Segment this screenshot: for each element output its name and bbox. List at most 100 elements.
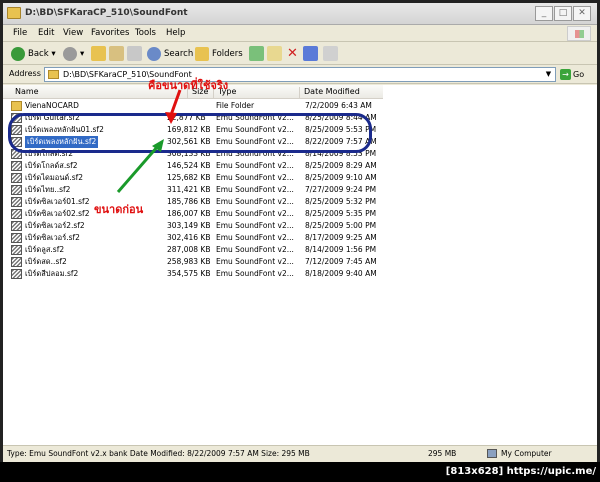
undo-icon[interactable] [303,46,318,61]
copy-to-icon[interactable] [267,46,282,61]
file-name: เบิร์ดซิลเวอร์.sf2 [25,233,80,242]
file-type: Emu SoundFont v2... [216,161,294,170]
delete-icon[interactable]: ✕ [285,46,300,61]
file-name: เบิร์ดซิลเวอร์02.sf2 [25,209,90,218]
table-row[interactable]: เบิร์ดโกลด์ส.sf2 146,524 KB Emu SoundFont … [3,160,383,172]
status-location: My Computer [501,449,552,458]
close-button[interactable]: ✕ [573,6,591,21]
table-row[interactable]: เบิร์ดไดมอนด์.sf2 125,682 KB Emu SoundFont… [3,172,383,184]
maximize-button[interactable]: □ [554,6,572,21]
chevron-down-icon[interactable]: ▼ [542,68,555,81]
file-size: 287,008 KB [167,245,211,254]
watermark-bar: [813x628] https://upic.me/ [0,462,600,482]
file-size: 146,524 KB [167,161,211,170]
folders-button[interactable]: Folders [195,46,243,62]
folders-icon [195,46,209,61]
file-type: Emu SoundFont v2... [216,245,294,254]
file-date: 8/25/2009 5:00 PM [305,221,377,230]
search-button[interactable]: Search [147,46,193,62]
back-arrow-icon [11,46,25,61]
menu-help[interactable]: Help [166,28,185,38]
annotation-actual-size: คือขนาดที่ใช้จริง [148,79,229,92]
file-size: 311,421 KB [167,185,211,194]
table-row[interactable]: เบิร์ดซิลเวอร์.sf2 302,416 KB Emu SoundFon… [3,232,383,244]
soundfont-file-icon [11,233,22,243]
file-name: เบิร์ดโกลด์ส.sf2 [25,161,78,170]
address-input[interactable]: D:\BD\SFKaraCP_510\SoundFont ▼ [44,67,556,82]
file-type: Emu SoundFont v2... [216,257,294,266]
menu-file[interactable]: File [13,28,27,38]
window-title: D:\BD\SFKaraCP_510\SoundFont [25,8,188,18]
folder-share-icon[interactable] [109,46,124,61]
forward-arrow-icon [63,46,77,61]
minimize-button[interactable]: _ [535,6,553,21]
table-row[interactable]: เบิร์ดลูส.sf2 287,008 KB Emu SoundFont v2.… [3,244,383,256]
menu-edit[interactable]: Edit [38,28,54,38]
status-info: Type: Emu SoundFont v2.x bank Date Modif… [7,449,310,458]
file-type: Emu SoundFont v2... [216,185,294,194]
file-date: 8/25/2009 5:35 PM [305,209,377,218]
file-type: Emu SoundFont v2... [216,269,294,278]
table-row[interactable]: เบิร์ดซิลเวอร์2.sf2 303,149 KB Emu SoundFo… [3,220,383,232]
folder-icon [7,7,21,19]
column-date[interactable]: Date Modified [299,87,360,99]
file-size: 303,149 KB [167,221,211,230]
up-folder-icon[interactable] [91,46,106,61]
soundfont-file-icon [11,221,22,231]
file-size: 354,575 KB [167,269,211,278]
file-type: Emu SoundFont v2... [216,221,294,230]
file-date: 7/2/2009 6:43 AM [305,101,372,110]
file-type: Emu SoundFont v2... [216,173,294,182]
back-button[interactable]: Back ▾ [11,46,56,62]
file-size: 185,786 KB [167,197,211,206]
search-icon [147,46,161,61]
soundfont-file-icon [11,257,22,267]
soundfont-file-icon [11,185,22,195]
soundfont-file-icon [11,269,22,279]
table-row[interactable]: เบิร์ดซิลเวอร์02.sf2 186,007 KB Emu SoundF… [3,208,383,220]
file-date: 8/18/2009 9:40 AM [305,269,377,278]
forward-button[interactable]: ▾ [63,46,84,62]
status-size: 295 MB [428,449,457,458]
menu-bar: File Edit View Favorites Tools Help [3,25,597,42]
file-date: 8/25/2009 5:32 PM [305,197,377,206]
cut-icon[interactable] [127,46,142,61]
menu-view[interactable]: View [63,28,83,38]
go-button[interactable]: → Go [560,67,592,82]
file-name: เบิร์ดซิลเวอร์01.sf2 [25,197,90,206]
menu-favorites[interactable]: Favorites [91,28,129,38]
address-bar: Address D:\BD\SFKaraCP_510\SoundFont ▼ →… [3,66,597,84]
file-date: 7/27/2009 9:24 PM [305,185,377,194]
views-icon[interactable] [323,46,338,61]
annotation-previous-size: ขนาดก่อน [94,203,144,216]
folder-icon [48,70,59,79]
table-row[interactable]: เบิร์ดซิลเวอร์01.sf2 185,786 KB Emu SoundF… [3,196,383,208]
file-date: 8/25/2009 8:29 AM [305,161,377,170]
file-date: 8/17/2009 9:25 AM [305,233,377,242]
file-size: 302,416 KB [167,233,211,242]
column-name[interactable]: Name [3,87,39,99]
soundfont-file-icon [11,209,22,219]
file-type: Emu SoundFont v2... [216,209,294,218]
file-name: เบิร์ดสีปลอม.sf2 [25,269,79,278]
file-name: เบิร์ดลูส.sf2 [25,245,65,254]
soundfont-file-icon [11,197,22,207]
soundfont-file-icon [11,161,22,171]
file-name: VienaNOCARD [25,101,79,110]
file-type: Emu SoundFont v2... [216,233,294,242]
file-type: File Folder [216,101,255,110]
table-row[interactable]: เบิร์ดสีปลอม.sf2 354,575 KB Emu SoundFont … [3,268,383,280]
windows-logo-icon [567,26,591,41]
file-date: 8/25/2009 9:10 AM [305,173,377,182]
table-row[interactable]: เบิร์ดสด..sf2 258,983 KB Emu SoundFont v2.… [3,256,383,268]
file-size: 125,682 KB [167,173,211,182]
go-arrow-icon: → [560,69,571,80]
computer-icon [487,449,497,458]
table-row[interactable]: VienaNOCARD File Folder 7/2/2009 6:43 AM [3,100,383,112]
folder-icon [11,101,22,111]
status-bar: Type: Emu SoundFont v2.x bank Date Modif… [3,445,597,462]
table-row[interactable]: เบิร์ดไทย..sf2 311,421 KB Emu SoundFont v2… [3,184,383,196]
menu-tools[interactable]: Tools [135,28,156,38]
file-name: เบิร์ดไดมอนด์.sf2 [25,173,84,182]
move-to-icon[interactable] [249,46,264,61]
